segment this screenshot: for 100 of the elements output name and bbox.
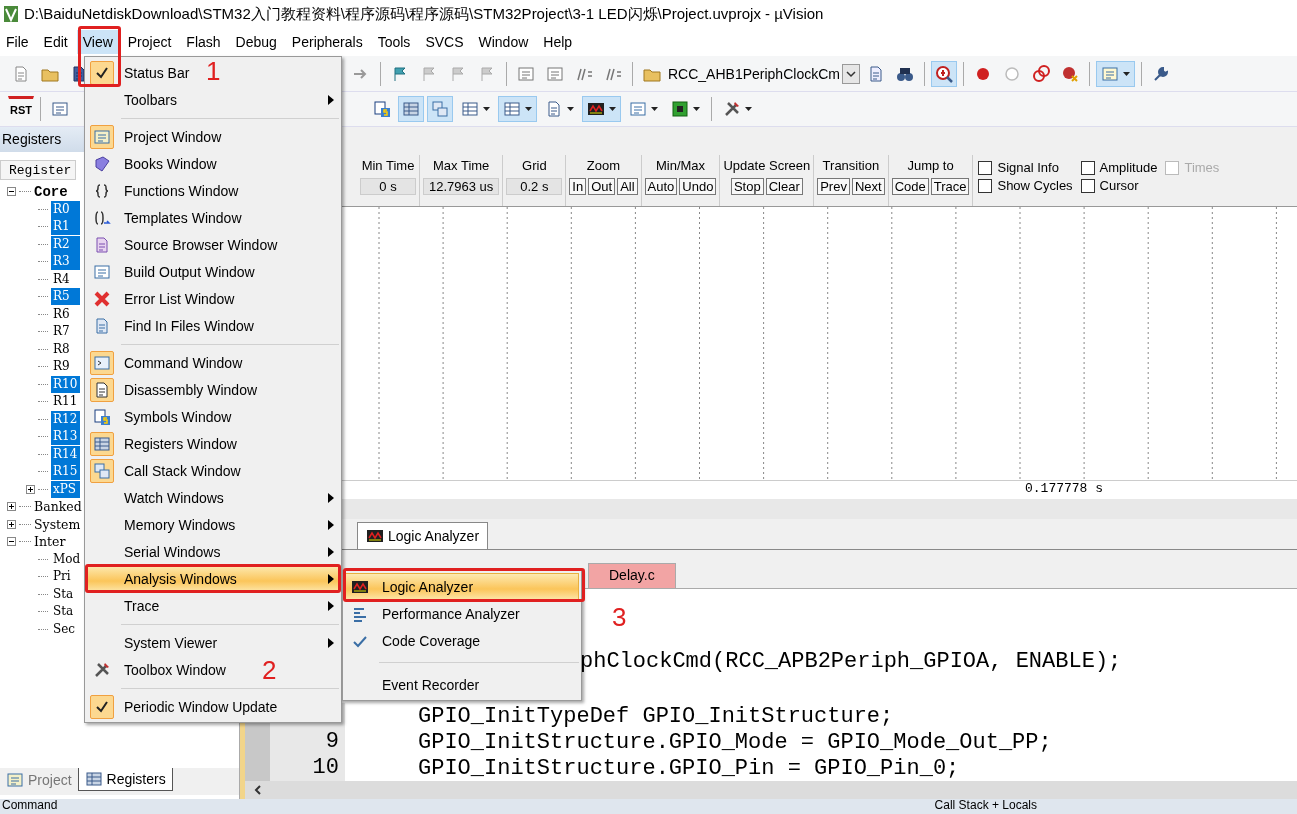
template-icon[interactable] (93, 208, 111, 227)
menu-item[interactable]: Performance Analyzer (345, 600, 527, 627)
menu-item[interactable]: Disassembly Window (87, 376, 265, 403)
menu-item[interactable]: Help (537, 30, 580, 54)
registers-icon[interactable] (84, 770, 103, 788)
collapse-icon[interactable] (7, 537, 16, 547)
tree-item[interactable]: R12 (51, 410, 80, 428)
tree-item[interactable]: R13 (51, 428, 80, 446)
window-tab[interactable]: Logic Analyzer (357, 522, 489, 549)
tree-item[interactable]: R14 (51, 445, 80, 463)
step-icon[interactable] (51, 100, 69, 118)
menu-item[interactable]: Memory Windows (87, 511, 339, 538)
menu-item[interactable]: Error List Window (87, 285, 242, 312)
analyzer-button[interactable]: Trace (930, 178, 970, 195)
analyzer-button[interactable]: Code (891, 178, 929, 195)
menu-item[interactable]: Status Bar (87, 59, 197, 86)
menu-item[interactable]: Serial Windows (87, 538, 339, 565)
menu-item[interactable]: Periodic Window Update (87, 693, 285, 720)
menu-item[interactable]: Call Stack Window (87, 457, 248, 484)
analyzer-button[interactable]: Clear (765, 178, 803, 195)
option-checkbox[interactable]: Signal Info (978, 160, 1073, 175)
menu-item[interactable]: Code Coverage (345, 627, 488, 654)
menu-item[interactable]: Window (472, 30, 536, 54)
browser-icon[interactable] (93, 235, 111, 254)
menu-item[interactable]: Command Window (87, 349, 250, 376)
panel-tab[interactable]: Registers (77, 768, 173, 791)
file-tab[interactable]: Delay.c (588, 563, 676, 588)
analyzer-button[interactable]: Stop (730, 178, 764, 195)
expand-icon[interactable] (7, 519, 16, 529)
menu-item[interactable]: Flash (180, 30, 228, 54)
menu-item[interactable]: Registers Window (87, 430, 244, 457)
panel-tab[interactable]: Project (0, 768, 78, 791)
tree-item[interactable]: xPS (51, 480, 80, 498)
tree-item[interactable]: Mod (51, 550, 80, 568)
symbols-icon[interactable] (373, 100, 391, 118)
menu-item[interactable]: Find In Files Window (87, 312, 261, 339)
tree-item[interactable]: Core (34, 183, 68, 200)
tree-item[interactable]: R15 (51, 463, 80, 481)
wave-icon[interactable] (587, 100, 605, 118)
menu-item[interactable]: Edit (37, 30, 75, 54)
tree-item[interactable]: System (34, 516, 81, 532)
menu-item[interactable]: Templates Window (87, 204, 249, 231)
analyzer-button[interactable]: Auto (644, 178, 678, 195)
function-combo[interactable]: RCC_AHB1PeriphClockCm (668, 61, 860, 86)
outdent-icon[interactable] (546, 64, 564, 83)
window-layout-icon[interactable] (1100, 64, 1119, 83)
analyzer-button[interactable]: In (569, 178, 587, 195)
braces-icon[interactable] (93, 181, 111, 200)
trace-icon[interactable] (629, 100, 647, 118)
tree-item[interactable]: Banked (34, 499, 82, 515)
menu-item[interactable]: Tools (371, 30, 418, 54)
analyzer-button[interactable]: Prev (817, 178, 850, 195)
tree-item[interactable]: Sec (51, 620, 80, 638)
memory-icon[interactable] (503, 100, 521, 118)
tree-item[interactable]: R9 (51, 358, 80, 376)
tree-item[interactable]: R4 (51, 270, 80, 288)
indent-icon[interactable] (517, 64, 535, 83)
tree-item[interactable]: R1 (51, 218, 80, 236)
horizontal-scrollbar[interactable] (240, 781, 1297, 799)
menu-item[interactable]: Peripherals (285, 30, 370, 54)
menu-item[interactable]: SVCS (419, 30, 471, 54)
output-window-icon[interactable] (93, 262, 111, 281)
project-window-icon[interactable] (93, 127, 111, 146)
option-checkbox[interactable]: Show Cycles (978, 178, 1073, 193)
serial-icon[interactable] (545, 100, 563, 118)
command-window-icon[interactable] (93, 353, 111, 372)
menu-item[interactable]: Build Output Window (87, 258, 262, 285)
tree-item[interactable]: R7 (51, 323, 80, 341)
option-checkbox[interactable]: Amplitude (1080, 160, 1158, 175)
toolbox-icon[interactable] (723, 100, 741, 118)
option-checkbox[interactable]: Cursor (1080, 178, 1158, 193)
tree-item[interactable]: R6 (51, 305, 80, 323)
tree-item[interactable]: R10 (51, 375, 80, 393)
kill-breakpoint-icon[interactable] (1060, 64, 1079, 83)
tree-item[interactable]: Sta (51, 603, 80, 621)
tree-item[interactable]: Inter (34, 534, 66, 550)
tree-item[interactable]: Sta (51, 585, 80, 603)
menu-item[interactable]: File (0, 30, 36, 54)
toolbox-icon[interactable] (93, 660, 111, 679)
tree-item[interactable]: R8 (51, 340, 80, 358)
disassembly-icon[interactable] (93, 380, 111, 399)
expand-icon[interactable] (7, 502, 16, 512)
tree-item[interactable]: R0 (51, 200, 80, 218)
registers-icon[interactable] (93, 434, 111, 453)
menu-item[interactable]: Logic Analyzer (345, 573, 579, 600)
book-icon[interactable] (93, 154, 111, 173)
analyzer-button[interactable]: Undo (679, 178, 717, 195)
analyzer-button[interactable]: Next (851, 178, 885, 195)
menu-item[interactable]: Source Browser Window (87, 231, 285, 258)
project-icon[interactable] (6, 770, 24, 789)
debug-icon[interactable] (934, 64, 953, 83)
tree-item[interactable]: R3 (51, 253, 80, 271)
expand-icon[interactable] (26, 484, 35, 494)
symbols-icon[interactable] (93, 407, 111, 426)
menu-item[interactable]: Trace (87, 592, 339, 619)
menu-item[interactable]: Event Recorder (345, 671, 487, 698)
toolbar-dropdown[interactable] (582, 96, 621, 122)
tree-item[interactable]: R11 (51, 393, 80, 411)
chip-icon[interactable] (671, 100, 689, 118)
menu-item[interactable]: Functions Window (87, 177, 246, 204)
